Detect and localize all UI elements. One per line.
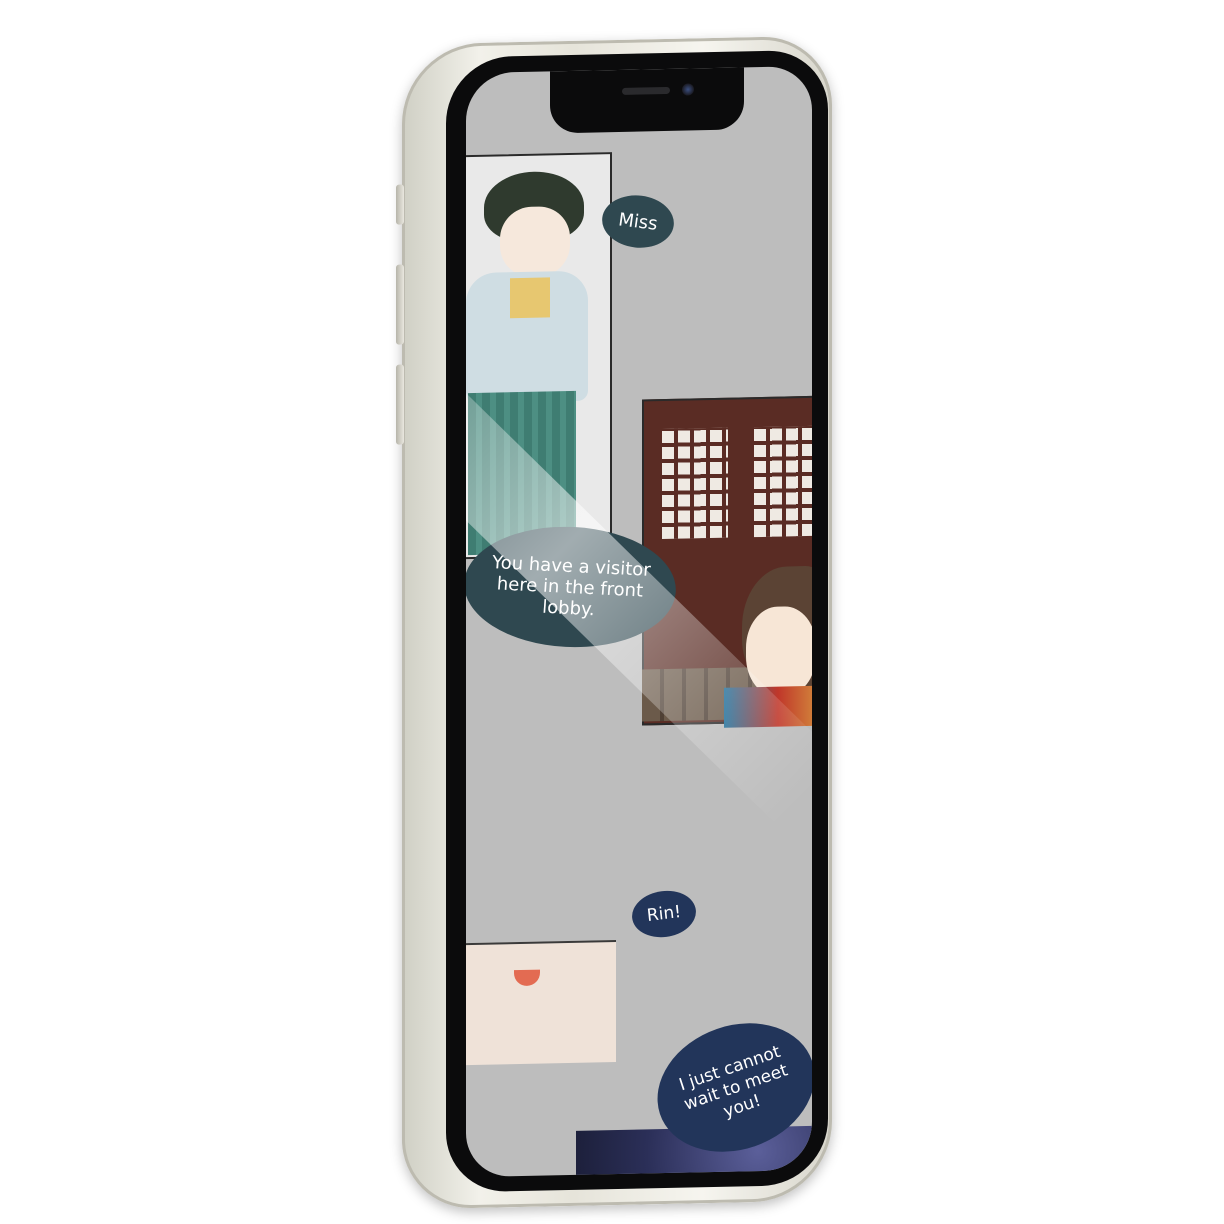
speech-bubble-text: You have a visitor here in the front lob… [491, 551, 652, 620]
speech-bubble-text: I just cannot wait to meet you! [676, 1041, 791, 1123]
phone-bezel: Miss You have a visitor here in the fron… [446, 49, 828, 1193]
volume-up-button [396, 264, 404, 345]
speech-bubble-text: Rin! [645, 901, 683, 927]
phone-screen[interactable]: Miss You have a visitor here in the fron… [466, 65, 812, 1178]
front-camera-icon [682, 83, 694, 96]
lady-robe [724, 685, 812, 728]
speech-bubble-rin: Rin! [629, 887, 699, 941]
maid-bodice [510, 277, 550, 319]
smartphone-frame: Miss You have a visitor here in the fron… [396, 35, 832, 1210]
earpiece-speaker [622, 86, 670, 95]
lady-face [746, 605, 812, 698]
lattice-window-left [662, 427, 728, 540]
comic-panel-rin [466, 940, 616, 1066]
lattice-window-right [754, 425, 812, 538]
notch [550, 67, 744, 134]
silent-switch [396, 184, 404, 225]
volume-down-button [396, 364, 404, 445]
product-mockup-stage: Miss You have a visitor here in the fron… [0, 0, 1224, 1224]
speech-bubble-text: Miss [617, 208, 659, 235]
maid-face [500, 205, 570, 278]
